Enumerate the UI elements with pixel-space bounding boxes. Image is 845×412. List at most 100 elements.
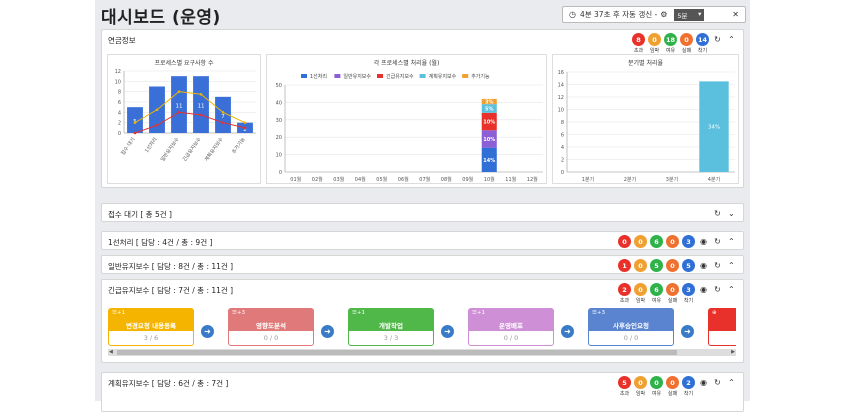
panel-title: 1선처리 [ 담당 : 4건 / 총 : 9건 ] xyxy=(108,238,213,247)
workflow-step[interactable]: ☰+1 운영배포 0 / 0 xyxy=(468,308,554,346)
line-point xyxy=(243,121,247,124)
step-count: 0 / 0 xyxy=(263,334,279,342)
refresh-icon[interactable]: ↻ xyxy=(712,283,723,296)
status-badge[interactable]: 0 xyxy=(634,259,647,272)
workflow-step[interactable]: ☰+1 변경요청 내용등록 3 / 6 xyxy=(108,308,194,346)
workflow-step[interactable]: ☰+3 영향도분석 0 / 0 xyxy=(228,308,314,346)
status-badge[interactable]: 5 xyxy=(682,259,695,272)
step-badge: ☰+3 xyxy=(232,310,246,316)
y-tick-label: 6 xyxy=(561,133,564,139)
x-tick-label: 05월 xyxy=(376,176,387,183)
workflow-step[interactable]: ☰+3 사후승인요청 0 / 0 xyxy=(588,308,674,346)
chart-title: 프로세스별 요구사항 수 xyxy=(154,60,214,67)
y-tick-label: 0 xyxy=(279,170,282,176)
status-badge[interactable]: 0 실패 xyxy=(666,376,679,397)
chart-svg: 0 2 4 6 8 10 12 14 16 1분기 2분기 3분기 4분기 34% xyxy=(558,70,735,183)
status-badge[interactable]: 0 실패 xyxy=(680,33,693,54)
step-name: 개발작업 xyxy=(379,322,403,330)
arrow-right-icon: ➜ xyxy=(441,325,454,338)
chart-svg: 1선처리 일반유지보수 긴급유지보수 계획유지보수 추가기능 0 10 20 30 40 50 01월… xyxy=(276,73,543,183)
line-point xyxy=(133,121,137,124)
x-tick-label: 일반유지보수 xyxy=(159,136,181,163)
status-badge[interactable]: 0 임박 xyxy=(648,33,661,54)
arrow-right-icon: ➜ xyxy=(561,325,574,338)
status-badge[interactable]: 14 착기 xyxy=(696,33,709,54)
status-badge[interactable]: 6 xyxy=(650,235,663,248)
chevron-up-icon[interactable]: ⌃ xyxy=(726,376,737,389)
y-tick-label: 16 xyxy=(558,70,564,76)
status-badge[interactable]: 5 초과 xyxy=(618,376,631,397)
status-badge[interactable]: 1 xyxy=(618,259,631,272)
panel-controls: ↻ ⌄ xyxy=(712,207,737,220)
y-tick-label: 0 xyxy=(118,131,121,137)
y-tick-label: 2 xyxy=(118,121,121,127)
refresh-icon[interactable]: ↻ xyxy=(712,207,723,220)
chevron-up-icon[interactable]: ⌃ xyxy=(726,283,737,296)
chevron-up-icon[interactable]: ⌃ xyxy=(726,33,737,46)
refresh-icon[interactable]: ↻ xyxy=(712,235,723,248)
y-tick-label: 30 xyxy=(276,118,282,124)
step-name: 영향도분석 xyxy=(256,322,286,330)
data-label: 10% xyxy=(483,137,495,143)
y-tick-label: 50 xyxy=(276,83,282,89)
status-badge[interactable]: 3 착기 xyxy=(682,283,695,304)
y-tick-label: 14 xyxy=(558,83,564,89)
line-point xyxy=(221,111,225,114)
status-badge[interactable]: 3 xyxy=(682,235,695,248)
eye-icon[interactable]: ◉ xyxy=(698,283,709,296)
legend-label: 긴급유지보수 xyxy=(386,73,414,80)
arrow-right-icon: ➜ xyxy=(321,325,334,338)
panel-title: 계획유지보수 [ 담당 : 6건 / 총 : 7건 ] xyxy=(108,379,229,388)
status-badge[interactable]: 0 xyxy=(666,235,679,248)
status-badge[interactable]: 0 xyxy=(634,235,647,248)
refresh-icon[interactable]: ↻ xyxy=(712,33,723,46)
eye-icon[interactable]: ◉ xyxy=(698,376,709,389)
status-badge[interactable]: 2 초과 xyxy=(618,283,631,304)
scrollbar-thumb[interactable] xyxy=(117,350,677,355)
status-badge[interactable]: 0 xyxy=(618,235,631,248)
legend-swatch xyxy=(334,74,341,78)
status-badge[interactable]: 0 임박 xyxy=(634,376,647,397)
page-title: 대시보드 (운영) xyxy=(101,8,221,28)
status-badge[interactable]: 2 착기 xyxy=(682,376,695,397)
status-badge[interactable]: 5 xyxy=(650,259,663,272)
status-badge[interactable]: 0 실패 xyxy=(666,283,679,304)
x-tick-label: 10월 xyxy=(484,176,495,183)
chevron-up-icon[interactable]: ⌃ xyxy=(726,235,737,248)
status-badge[interactable]: 0 xyxy=(666,259,679,272)
line-point xyxy=(133,131,137,135)
close-button[interactable]: ✕ xyxy=(732,10,739,19)
step-badge: ☰+1 xyxy=(472,310,486,316)
eye-icon[interactable]: ◉ xyxy=(698,235,709,248)
interval-select[interactable]: 5분 ▾ xyxy=(674,8,705,21)
status-badge[interactable]: 0 여유 xyxy=(650,376,663,397)
status-badge[interactable]: 0 임박 xyxy=(634,283,647,304)
chevron-up-icon[interactable]: ⌃ xyxy=(726,259,737,272)
chart-svg: 0246810125접수 대기1선처리11일반유지보수11긴급유지보수7계획유지… xyxy=(115,69,256,163)
step-name: 사후승인요청 xyxy=(613,322,649,330)
chart-title: 각 프로세스별 처리율 (월) xyxy=(373,60,440,67)
x-tick-label: 01월 xyxy=(290,176,301,183)
x-tick-label: 추가기능 xyxy=(230,136,247,155)
x-tick-label: 06월 xyxy=(398,176,409,183)
status-badge[interactable]: 18 여유 xyxy=(664,33,677,54)
chevron-down-icon[interactable]: ⌄ xyxy=(726,207,737,220)
horizontal-scrollbar[interactable]: ◀ ▶ xyxy=(108,349,736,356)
step-name: 변경요청 내용등록 xyxy=(125,322,177,330)
status-badge[interactable]: 6 여유 xyxy=(650,283,663,304)
x-tick-label: 1선처리 xyxy=(143,136,158,154)
y-tick-label: 4 xyxy=(118,110,121,116)
workflow-step[interactable]: ⊕ [유지 xyxy=(708,308,736,346)
y-tick-label: 40 xyxy=(276,100,282,106)
workflow-step[interactable]: ☰+1 개발작업 3 / 3 xyxy=(348,308,434,346)
status-badge[interactable]: 8 초과 xyxy=(632,33,645,54)
gear-icon[interactable]: ⚙ xyxy=(660,10,667,19)
panel-intake: 접수 대기 [ 총 5건 ] ↻ ⌄ xyxy=(101,203,744,222)
y-tick-label: 10 xyxy=(115,79,121,85)
eye-icon[interactable]: ◉ xyxy=(698,259,709,272)
step-badge: ☰+3 xyxy=(592,310,606,316)
refresh-icon[interactable]: ↻ xyxy=(712,259,723,272)
arrow-right-icon: ➜ xyxy=(681,325,694,338)
refresh-icon[interactable]: ↻ xyxy=(712,376,723,389)
data-label: 3% xyxy=(485,100,494,106)
